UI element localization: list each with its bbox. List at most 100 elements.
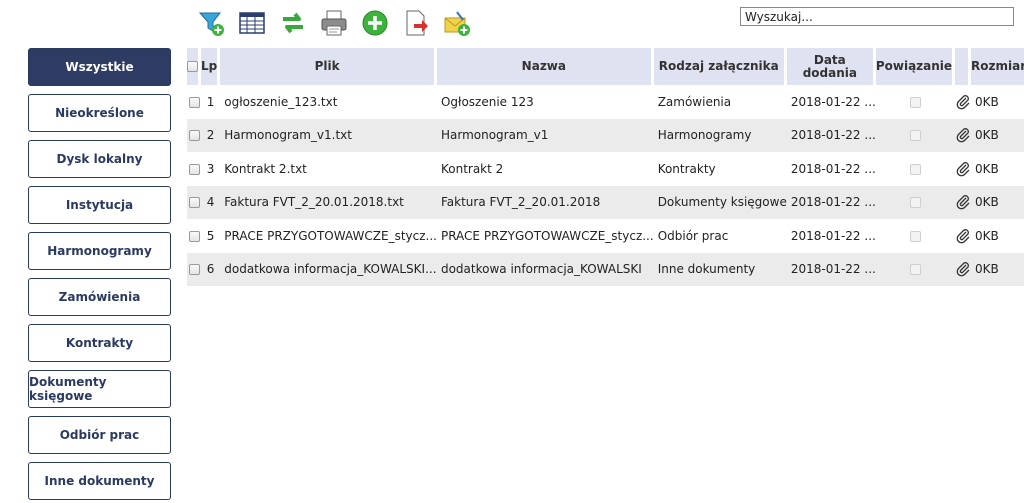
cell-rozmiar: 0KB (971, 252, 1024, 286)
cell-plik: Faktura FVT_2_20.01.2018.txt (220, 185, 437, 219)
row-checkbox[interactable] (188, 163, 200, 175)
column-header-rodzaj[interactable]: Rodzaj załącznika (653, 48, 787, 85)
cell-data: 2018-01-22 ... (786, 152, 876, 186)
refresh-icon[interactable] (278, 8, 308, 38)
cell-lp: 6 (201, 252, 221, 286)
table-row[interactable]: 1 ogłoszenie_123.txt Ogłoszenie 123 Zamó… (187, 85, 1024, 119)
column-header-rozmiar[interactable]: Rozmiar (971, 48, 1024, 85)
sidebar-item-instytucja[interactable]: Instytucja (28, 186, 171, 224)
binding-checkbox (909, 197, 921, 209)
cell-data: 2018-01-22 ... (786, 252, 876, 286)
cell-powiazanie (875, 152, 956, 186)
binding-checkbox (909, 96, 921, 108)
cell-plik: PRACE PRZYGOTOWAWCZE_stycz... (220, 219, 437, 253)
cell-nazwa: dodatkowa informacja_KOWALSKI (436, 252, 654, 286)
cell-nazwa: Kontrakt 2 (436, 152, 654, 186)
cell-nazwa: PRACE PRZYGOTOWAWCZE_stycz... (436, 219, 654, 253)
select-all-header[interactable] (187, 48, 201, 85)
paperclip-icon[interactable] (955, 261, 971, 277)
row-checkbox[interactable] (188, 197, 200, 209)
cell-lp: 5 (201, 219, 221, 253)
column-header-data-line1: Data (813, 52, 846, 67)
cell-attachment[interactable] (955, 185, 972, 219)
table-row[interactable]: 5 PRACE PRZYGOTOWAWCZE_stycz... PRACE PR… (187, 219, 1024, 253)
binding-checkbox (909, 264, 921, 276)
table-row[interactable]: 6 dodatkowa informacja_KOWALSKI... dodat… (187, 252, 1024, 286)
cell-attachment[interactable] (955, 252, 972, 286)
column-header-data[interactable]: Data dodania (786, 48, 876, 85)
sidebar-item-nieokreslone[interactable]: Nieokreślone (28, 94, 171, 132)
cell-rodzaj: Inne dokumenty (653, 252, 787, 286)
binding-checkbox (909, 163, 921, 175)
paperclip-icon[interactable] (955, 194, 971, 210)
column-header-plik[interactable]: Plik (220, 48, 437, 85)
table-header-row: Lp Plik Nazwa Rodzaj załącznika Data doda… (187, 48, 1024, 85)
cell-plik: ogłoszenie_123.txt (220, 85, 437, 119)
row-checkbox[interactable] (188, 96, 200, 108)
filter-add-icon[interactable] (196, 8, 226, 38)
row-select-cell (187, 219, 201, 253)
cell-rodzaj: Zamówienia (653, 85, 787, 119)
cell-lp: 3 (201, 152, 221, 186)
cell-data: 2018-01-22 ... (786, 219, 876, 253)
cell-attachment[interactable] (955, 152, 972, 186)
column-header-attachment (955, 48, 972, 85)
row-select-cell (187, 152, 201, 186)
table-row[interactable]: 2 Harmonogram_v1.txt Harmonogram_v1 Harm… (187, 118, 1024, 152)
cell-powiazanie (875, 85, 956, 119)
sidebar-item-dokumenty-ksiegowe[interactable]: Dokumenty księgowe (28, 370, 171, 408)
toolbar (196, 6, 483, 40)
binding-checkbox (909, 130, 921, 142)
column-header-nazwa[interactable]: Nazwa (436, 48, 654, 85)
cell-nazwa: Ogłoszenie 123 (436, 85, 654, 119)
add-icon[interactable] (360, 8, 390, 38)
cell-nazwa: Harmonogram_v1 (436, 118, 654, 152)
sidebar-item-harmonogramy[interactable]: Harmonogramy (28, 232, 171, 270)
binding-checkbox (909, 230, 921, 242)
cell-plik: Kontrakt 2.txt (220, 152, 437, 186)
row-checkbox[interactable] (188, 230, 200, 242)
cell-attachment[interactable] (955, 118, 972, 152)
cell-attachment[interactable] (955, 219, 972, 253)
paperclip-icon[interactable] (955, 94, 971, 110)
export-document-icon[interactable] (401, 8, 431, 38)
cell-data: 2018-01-22 ... (786, 118, 876, 152)
column-header-data-line2: dodania (802, 65, 857, 80)
row-select-cell (187, 252, 201, 286)
cell-rozmiar: 0KB (971, 185, 1024, 219)
select-all-checkbox[interactable] (187, 61, 198, 72)
cell-powiazanie (875, 185, 956, 219)
category-sidebar: Wszystkie Nieokreślone Dysk lokalny Inst… (28, 48, 171, 503)
cell-lp: 2 (201, 118, 221, 152)
attach-mail-icon[interactable] (442, 8, 472, 38)
sidebar-item-inne-dokumenty[interactable]: Inne dokumenty (28, 462, 171, 500)
cell-rozmiar: 0KB (971, 219, 1024, 253)
attachments-table: Lp Plik Nazwa Rodzaj załącznika Data doda… (187, 48, 1024, 286)
cell-lp: 1 (201, 85, 221, 119)
cell-powiazanie (875, 118, 956, 152)
row-checkbox[interactable] (188, 264, 200, 276)
print-icon[interactable] (319, 8, 349, 38)
sidebar-item-dysk-lokalny[interactable]: Dysk lokalny (28, 140, 171, 178)
cell-attachment[interactable] (955, 85, 972, 119)
cell-plik: Harmonogram_v1.txt (220, 118, 437, 152)
table-row[interactable]: 3 Kontrakt 2.txt Kontrakt 2 Kontrakty 20… (187, 152, 1024, 186)
search-input[interactable] (740, 7, 1014, 26)
paperclip-icon[interactable] (955, 127, 971, 143)
paperclip-icon[interactable] (955, 161, 971, 177)
sidebar-item-wszystkie[interactable]: Wszystkie (28, 48, 171, 86)
paperclip-icon[interactable] (955, 228, 971, 244)
cell-data: 2018-01-22 ... (786, 85, 876, 119)
sidebar-item-zamowienia[interactable]: Zamówienia (28, 278, 171, 316)
cell-lp: 4 (201, 185, 221, 219)
table-row[interactable]: 4 Faktura FVT_2_20.01.2018.txt Faktura F… (187, 185, 1024, 219)
row-checkbox[interactable] (188, 130, 200, 142)
table-columns-icon[interactable] (237, 8, 267, 38)
column-header-lp[interactable]: Lp (201, 48, 221, 85)
column-header-powiazanie[interactable]: Powiązanie (875, 48, 956, 85)
row-select-cell (187, 85, 201, 119)
cell-rozmiar: 0KB (971, 85, 1024, 119)
sidebar-item-odbior-prac[interactable]: Odbiór prac (28, 416, 171, 454)
cell-rodzaj: Harmonogramy (653, 118, 787, 152)
sidebar-item-kontrakty[interactable]: Kontrakty (28, 324, 171, 362)
